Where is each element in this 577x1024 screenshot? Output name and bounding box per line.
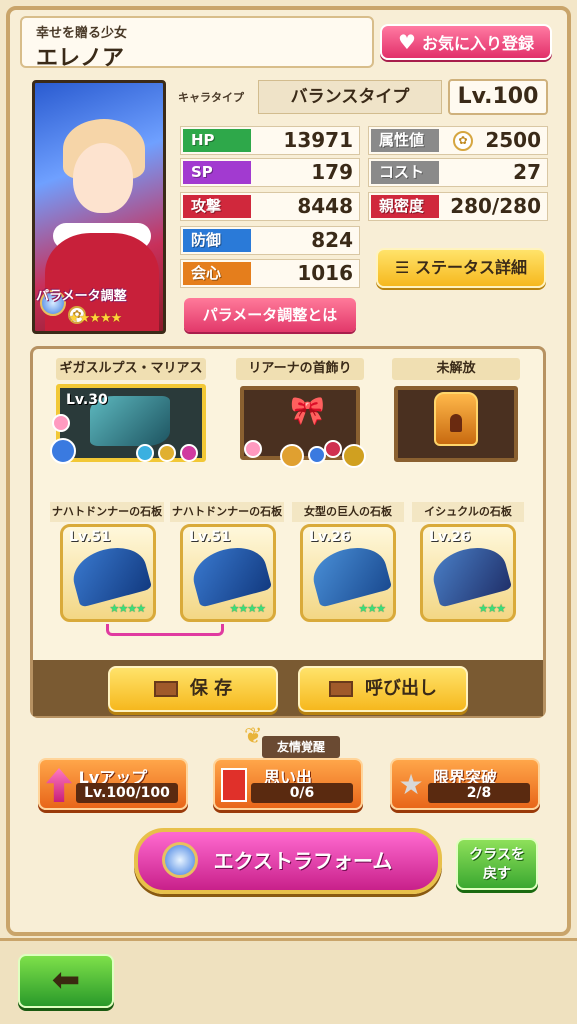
brick-icon <box>153 681 178 697</box>
call-label: 呼び出し <box>365 678 437 699</box>
status-detail-button[interactable]: ☰ ステータス詳細 <box>376 248 546 288</box>
type-label: キャラタイプ <box>178 91 244 104</box>
stat-sp-value: 179 <box>311 160 353 184</box>
stat-critical-label: 会心 <box>183 262 251 285</box>
rarity-stars: ★★★★★ <box>68 311 122 326</box>
stat-attribute-value: 2500 <box>485 128 541 152</box>
stat-sp-label: SP <box>183 161 251 184</box>
save-label: 保 存 <box>189 678 233 699</box>
class-return-line-2: 戻す <box>483 866 511 882</box>
memory-value: 0/6 <box>251 783 353 803</box>
special-badge-icon <box>342 444 366 468</box>
type-value: バランスタイプ <box>258 80 442 114</box>
heart-icon: ♥ <box>398 30 416 54</box>
weapon-title: ギガスルプス・マリアス <box>56 358 206 380</box>
orb-red-icon <box>324 440 342 458</box>
character-name: エレノア <box>36 46 125 71</box>
stone-level-1: Lv.51 <box>69 529 111 545</box>
back-arrow-icon: ⬅ <box>51 960 81 1000</box>
status-detail-label: ステータス詳細 <box>414 258 527 277</box>
favorite-label: お気に入り登録 <box>421 34 534 53</box>
character-title-box: 幸せを贈る少女 エレノア <box>20 16 374 71</box>
extra-form-label: エクストラフォーム <box>213 849 393 873</box>
accessory-title: リアーナの首飾り <box>236 358 364 380</box>
stat-hp-value: 13971 <box>283 128 353 152</box>
stone-ishkur-icon <box>427 540 513 608</box>
stat-attribute-label: 属性値 <box>371 129 439 152</box>
weapon-level: Lv.30 <box>66 392 108 408</box>
accessory-heart-icon <box>244 440 262 458</box>
stone-level-3: Lv.26 <box>309 529 351 545</box>
stone-level-2: Lv.51 <box>189 529 231 545</box>
heart-badge-icon <box>52 414 70 432</box>
param-adjust-label: パラメータ調整 <box>36 289 127 304</box>
stat-hp-label: HP <box>183 129 251 152</box>
save-button[interactable]: 保 存 <box>108 666 278 712</box>
stone-title-4: イシュクルの石板 <box>412 502 524 522</box>
stone-stars-1: ★★★★ <box>109 602 146 615</box>
stone-slot-4[interactable]: Lv.26 ★★★ <box>420 524 516 622</box>
stone-stars-2: ★★★★ <box>229 602 266 615</box>
stone-stars-4: ★★★ <box>478 602 506 615</box>
class-return-button[interactable]: クラスを 戻す <box>456 838 538 890</box>
list-icon: ☰ <box>395 258 410 277</box>
gem-gold-icon <box>158 444 176 462</box>
stat-sp: SP 179 <box>180 158 360 187</box>
brick-arrow-icon <box>329 681 353 697</box>
stone-link-bracket <box>106 624 224 636</box>
star-badge-icon <box>280 444 304 468</box>
stat-cost-label: コスト <box>371 161 439 184</box>
friendship-badge: 友情覚醒 <box>262 736 340 758</box>
stone-title-1: ナハトドンナーの石板 <box>50 502 164 522</box>
stone-slot-3[interactable]: Lv.26 ★★★ <box>300 524 396 622</box>
stat-attack: 攻撃 8448 <box>180 192 360 221</box>
wing-icon: ❦ <box>244 724 263 749</box>
level-value: Lv.100 <box>448 79 548 115</box>
stat-affinity-value: 280/280 <box>450 194 541 218</box>
level-up-value: Lv.100/100 <box>76 783 178 803</box>
stat-attack-value: 8448 <box>297 194 353 218</box>
stone-slot-2[interactable]: Lv.51 ★★★★ <box>180 524 276 622</box>
stat-critical-value: 1016 <box>297 261 353 285</box>
class-badge-icon <box>50 438 76 464</box>
class-return-line-1: クラスを <box>469 847 525 863</box>
stat-affinity-label: 親密度 <box>371 195 439 218</box>
stat-attack-label: 攻撃 <box>183 195 251 218</box>
stat-attribute: 属性値 ✿ 2500 <box>368 126 548 155</box>
stat-defense-label: 防御 <box>183 229 251 252</box>
stat-defense-value: 824 <box>311 228 353 252</box>
stat-hp: HP 13971 <box>180 126 360 155</box>
attribute-flower-icon: ✿ <box>453 131 473 151</box>
favorite-button[interactable]: ♥ お気に入り登録 <box>380 24 552 60</box>
limit-break-value: 2/8 <box>428 783 530 803</box>
stone-fan-icon <box>187 540 273 608</box>
level-up-button[interactable]: Lvアップ Lv.100/100 <box>38 758 188 810</box>
stone-title-3: 女型の巨人の石板 <box>292 502 404 522</box>
gem-pink-icon <box>180 444 198 462</box>
stat-affinity: 親密度 280/280 <box>368 192 548 221</box>
portrait-face <box>73 143 133 213</box>
back-button[interactable]: ⬅ <box>18 954 114 1008</box>
stat-cost: コスト 27 <box>368 158 548 187</box>
stat-critical: 会心 1016 <box>180 259 360 288</box>
stone-fan-icon <box>67 540 153 608</box>
call-button[interactable]: 呼び出し <box>298 666 468 712</box>
gem-blue-icon <box>136 444 154 462</box>
stone-title-2: ナハトドンナーの石板 <box>170 502 284 522</box>
memory-button[interactable]: 思い出 0/6 <box>213 758 363 810</box>
extra-orb-icon <box>162 842 198 878</box>
locked-title: 未解放 <box>392 358 520 380</box>
stat-cost-value: 27 <box>513 160 541 184</box>
stone-titan-icon <box>307 540 393 608</box>
stone-slot-1[interactable]: Lv.51 ★★★★ <box>60 524 156 622</box>
ribbon-accessory-icon: 🎀 <box>290 394 325 427</box>
stat-defense: 防御 824 <box>180 226 360 255</box>
stone-stars-3: ★★★ <box>358 602 386 615</box>
limit-break-button[interactable]: ★ 限界突破 2/8 <box>390 758 540 810</box>
character-subtitle: 幸せを贈る少女 <box>36 26 128 41</box>
lock-icon <box>434 392 478 446</box>
stone-level-4: Lv.26 <box>429 529 471 545</box>
param-about-button[interactable]: パラメータ調整とは <box>184 298 356 332</box>
